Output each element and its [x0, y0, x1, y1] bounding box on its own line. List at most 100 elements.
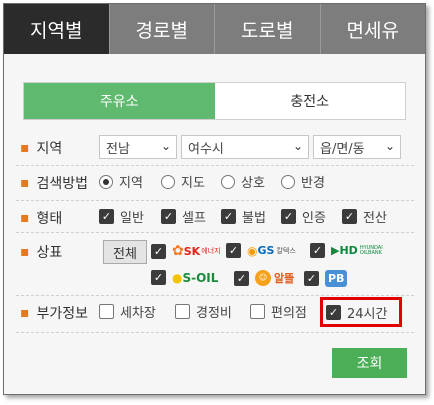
divider — [16, 295, 414, 296]
tab-bar: 지역별 경로별 도로별 면세유 — [4, 4, 425, 54]
radio-circle — [221, 174, 235, 189]
divider — [16, 232, 414, 233]
checkbox-box — [281, 209, 296, 224]
sk-logo-subtext: 에너지 — [201, 247, 221, 255]
type-computerized-checkbox[interactable]: 전산 — [342, 207, 387, 226]
brand-altteul-checkbox[interactable]: ☺ 알뜰 — [234, 270, 294, 286]
type-label-text: 형태 — [36, 211, 63, 227]
brand-gs-checkbox[interactable]: ◉ GS 칼텍스 — [226, 243, 296, 258]
checkbox-label: 일반 — [120, 211, 144, 226]
region-label: ▪ 지역 — [20, 138, 62, 158]
sido-value: 전남 — [106, 141, 130, 157]
brand-label: ▪ 상표 — [20, 242, 62, 262]
checkbox-label: 셀프 — [182, 211, 206, 226]
type-label: ▪ 형태 — [20, 208, 62, 228]
chevron-down-icon: ⌄ — [384, 139, 395, 153]
checkbox-box — [99, 209, 114, 224]
gs-symbol-icon: ◉ — [247, 243, 258, 258]
search-submit-button[interactable]: 조회 — [332, 348, 407, 378]
checkbox-box — [342, 209, 357, 224]
type-general-checkbox[interactable]: 일반 — [99, 207, 144, 226]
open-24h-checkbox[interactable]: 24시간 — [326, 303, 387, 322]
checkbox-label: 인증 — [302, 211, 326, 226]
gs-logo-subtext: 칼텍스 — [276, 246, 296, 255]
gs-caltex-logo: ◉ GS 칼텍스 — [247, 244, 296, 258]
select-all-brands-button[interactable]: 전체 — [103, 240, 147, 264]
checkbox-box — [304, 271, 319, 286]
checkbox-box — [99, 304, 114, 319]
brand-sk-checkbox[interactable]: ✿ SK 에너지 — [151, 243, 221, 259]
checkbox-box — [151, 270, 166, 285]
checkbox-label: 세차장 — [120, 306, 156, 321]
bullet-icon: ▪ — [20, 140, 30, 156]
hd-oilbank-logo: ▶ HD HYUNDAI OILBANK — [331, 244, 390, 257]
extra-info-label: ▪ 부가정보 — [20, 303, 88, 323]
checkbox-box — [151, 243, 166, 259]
checkbox-box — [226, 243, 241, 258]
type-self-checkbox[interactable]: 셀프 — [161, 207, 206, 226]
sk-logo-text: SK — [183, 244, 201, 258]
radio-radius[interactable]: 반경 — [281, 172, 325, 191]
charging-station-button[interactable]: 충전소 — [215, 83, 406, 119]
checkbox-label: 24시간 — [347, 307, 388, 322]
checkbox-label: 불법 — [242, 211, 266, 226]
brand-label-text: 상표 — [36, 245, 63, 261]
search-method-label-text: 검색방법 — [36, 176, 89, 192]
brand-pb-checkbox[interactable]: PB — [304, 270, 348, 287]
checkbox-label: 전산 — [363, 211, 387, 226]
tab-route[interactable]: 경로별 — [108, 4, 214, 54]
station-type-toggle: 주유소 충전소 — [23, 82, 406, 120]
tab-road[interactable]: 도로별 — [214, 4, 320, 54]
checkbox-label: 편의점 — [271, 306, 307, 321]
radio-label: 지도 — [181, 176, 205, 191]
bullet-icon: ▪ — [20, 305, 30, 321]
tab-tax-free-oil[interactable]: 면세유 — [319, 4, 425, 54]
brand-hd-checkbox[interactable]: ▶ HD HYUNDAI OILBANK — [310, 243, 390, 258]
type-illegal-checkbox[interactable]: 불법 — [221, 207, 266, 226]
sk-energy-logo: ✿ SK 에너지 — [172, 243, 221, 259]
chevron-down-icon: ⌄ — [160, 139, 171, 153]
convenience-store-checkbox[interactable]: 편의점 — [250, 302, 307, 321]
eupmyeondong-value: 읍/면/동 — [320, 141, 365, 157]
hd-logo-subtext: HYUNDAI OILBANK — [359, 244, 383, 256]
hd-arrow-icon: ▶ — [331, 244, 340, 257]
hd-logo-text: HD — [339, 244, 358, 257]
radio-circle — [161, 174, 175, 189]
divider — [16, 165, 414, 166]
eupmyeondong-select[interactable]: 읍/면/동 ⌄ — [313, 135, 401, 159]
altteul-face-icon: ☺ — [255, 270, 271, 286]
checkbox-label: 경정비 — [196, 306, 232, 321]
light-maintenance-checkbox[interactable]: 경정비 — [175, 302, 232, 321]
radio-label: 반경 — [301, 176, 325, 191]
search-panel: 지역별 경로별 도로별 면세유 주유소 충전소 ▪ 지역 전남 ⌄ 여수시 ⌄ … — [3, 3, 426, 395]
car-wash-checkbox[interactable]: 세차장 — [99, 302, 156, 321]
bullet-icon: ▪ — [20, 175, 30, 191]
bullet-icon: ▪ — [20, 244, 30, 260]
checkbox-box — [310, 243, 325, 258]
sido-select[interactable]: 전남 ⌄ — [99, 135, 177, 159]
sigungu-select[interactable]: 여수시 ⌄ — [181, 135, 309, 159]
altteul-logo-text: 알뜰 — [274, 272, 295, 285]
search-method-label: ▪ 검색방법 — [20, 173, 88, 193]
chevron-down-icon: ⌄ — [292, 139, 303, 153]
extra-info-label-text: 부가정보 — [36, 306, 89, 322]
radio-label: 상호 — [241, 176, 265, 191]
checkbox-box — [175, 304, 190, 319]
tab-region[interactable]: 지역별 — [4, 4, 109, 54]
s-oil-logo-text: S-OIL — [182, 270, 219, 285]
gs-logo-text: GS — [257, 244, 275, 257]
gas-station-button[interactable]: 주유소 — [24, 83, 215, 119]
radio-map[interactable]: 지도 — [161, 172, 205, 191]
bullet-icon: ▪ — [20, 210, 30, 226]
divider — [16, 332, 414, 333]
radio-name[interactable]: 상호 — [221, 172, 265, 191]
brand-soil-checkbox[interactable]: ● S-OIL — [151, 270, 218, 285]
altteul-logo: ☺ 알뜰 — [255, 270, 294, 286]
checkbox-box — [326, 305, 341, 320]
sk-butterfly-icon: ✿ — [172, 243, 184, 259]
radio-region[interactable]: 지역 — [99, 172, 143, 191]
checkbox-box — [250, 304, 265, 319]
s-oil-logo: ● S-OIL — [172, 271, 218, 285]
sigungu-value: 여수시 — [188, 141, 224, 157]
type-certified-checkbox[interactable]: 인증 — [281, 207, 326, 226]
